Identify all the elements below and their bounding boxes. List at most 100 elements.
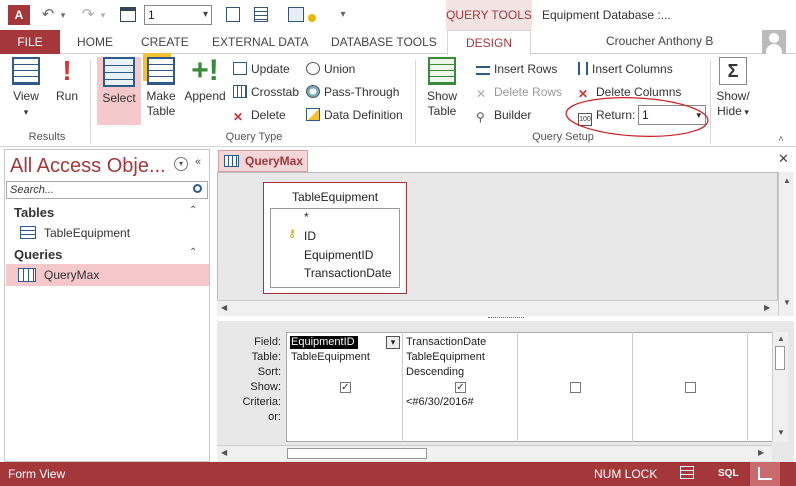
- select-label: Select: [102, 91, 136, 105]
- property-sheet-icon[interactable]: [226, 7, 240, 22]
- make-table-button[interactable]: Make Table: [143, 57, 179, 119]
- nav-menu-chevron-icon[interactable]: ▾: [174, 157, 188, 171]
- scroll-down-icon[interactable]: ▼: [783, 298, 791, 307]
- table-pane-vertical-scrollbar[interactable]: ▲ ▼: [778, 172, 794, 316]
- scroll-left-icon[interactable]: ◀: [221, 448, 227, 457]
- scroll-right-icon[interactable]: ▶: [758, 448, 764, 457]
- run-button[interactable]: ! Run: [52, 57, 82, 104]
- delete-rows-button[interactable]: ✕ Delete Rows: [476, 84, 562, 101]
- user-avatar[interactable]: [762, 30, 786, 54]
- collapse-queries-icon[interactable]: ⌃: [189, 247, 197, 258]
- update-button[interactable]: Update: [233, 61, 290, 77]
- query-icon: [18, 268, 36, 282]
- collapse-tables-icon[interactable]: ⌃: [189, 205, 197, 216]
- view-button[interactable]: View ▾: [8, 57, 44, 120]
- update-label: Update: [251, 62, 290, 76]
- nav-group-queries[interactable]: Queries: [14, 247, 62, 262]
- union-button[interactable]: Union: [306, 61, 355, 77]
- tab-home[interactable]: HOME: [77, 30, 113, 54]
- row-label-or: or:: [268, 411, 281, 423]
- scroll-right-icon[interactable]: ▶: [764, 303, 770, 312]
- field-all[interactable]: *: [304, 210, 309, 224]
- grid-table-col1[interactable]: TableEquipment: [291, 351, 370, 363]
- select-button[interactable]: Select: [97, 57, 141, 106]
- insert-rows-button[interactable]: Insert Rows: [476, 61, 557, 77]
- close-document-icon[interactable]: ✕: [778, 151, 789, 167]
- nav-search-input[interactable]: Search...: [6, 181, 208, 199]
- data-definition-button[interactable]: Data Definition: [306, 107, 403, 123]
- tab-external-data[interactable]: EXTERNAL DATA: [212, 30, 308, 54]
- show-checkbox-col4[interactable]: [685, 382, 696, 393]
- show-table-button[interactable]: Show Table: [422, 57, 462, 119]
- tab-database-tools[interactable]: DATABASE TOOLS: [331, 30, 437, 54]
- field-id[interactable]: ID: [304, 229, 316, 243]
- undo-dropdown-icon[interactable]: ▾: [58, 5, 68, 25]
- grid-criteria-col2[interactable]: <#6/30/2016#: [406, 396, 474, 408]
- search-icon[interactable]: [193, 184, 202, 193]
- show-checkbox-col1[interactable]: ✓: [340, 382, 351, 393]
- nav-item-querymax[interactable]: QueryMax: [6, 264, 209, 286]
- tab-create[interactable]: CREATE: [141, 30, 189, 54]
- customize-qat-icon[interactable]: ▾: [338, 5, 348, 25]
- pass-through-button[interactable]: Pass-Through: [306, 84, 399, 100]
- grid-horizontal-scrollbar[interactable]: ◀ ▶: [217, 445, 772, 461]
- show-checkbox-col2[interactable]: ✓: [455, 382, 466, 393]
- nav-item-tableequipment[interactable]: TableEquipment: [6, 222, 209, 244]
- scroll-up-icon[interactable]: ▲: [777, 334, 785, 343]
- show-hide-button[interactable]: Σ Show/ Hide ▾: [714, 57, 752, 120]
- datasheet-icon[interactable]: [120, 7, 136, 22]
- table-pane-horizontal-scrollbar[interactable]: ◀ ▶: [217, 300, 778, 316]
- scroll-up-icon[interactable]: ▲: [783, 176, 791, 185]
- delete-button[interactable]: ✕ Delete: [233, 107, 286, 124]
- shutter-bar-icon[interactable]: «: [195, 156, 201, 168]
- grid-table-col2[interactable]: TableEquipment: [406, 351, 485, 363]
- collapse-ribbon-icon[interactable]: ˄: [778, 134, 784, 145]
- append-icon: +!: [191, 54, 219, 87]
- design-view-button[interactable]: [750, 462, 780, 486]
- datasheet-view-icon[interactable]: [680, 466, 694, 479]
- delete-icon: ✕: [233, 110, 244, 124]
- document-tab-querymax[interactable]: QueryMax: [218, 150, 308, 172]
- access-app-icon[interactable]: A: [8, 5, 30, 25]
- grid-sort-col2[interactable]: Descending: [406, 366, 464, 378]
- show-table-icon: [428, 57, 456, 85]
- user-name[interactable]: Croucher Anthony B: [606, 34, 713, 48]
- union-icon: [306, 62, 320, 75]
- append-button[interactable]: +! Append: [183, 54, 227, 104]
- parameters-icon[interactable]: [288, 7, 304, 22]
- nav-group-tables[interactable]: Tables: [14, 205, 54, 220]
- field-dropdown-chevron-icon[interactable]: ▾: [386, 336, 400, 349]
- redo-icon[interactable]: ↷: [80, 5, 96, 25]
- sql-view-button[interactable]: SQL: [718, 468, 739, 479]
- field-equipmentid[interactable]: EquipmentID: [304, 248, 373, 262]
- scroll-left-icon[interactable]: ◀: [221, 303, 227, 312]
- run-icon: !: [62, 55, 72, 86]
- tab-file[interactable]: FILE: [0, 30, 60, 54]
- table-names-icon[interactable]: [254, 7, 268, 22]
- nav-pane-title[interactable]: All Access Obje...: [10, 155, 166, 178]
- grid-field-transactiondate[interactable]: TransactionDate: [406, 336, 486, 348]
- separator: [710, 60, 711, 144]
- scroll-down-icon[interactable]: ▼: [777, 428, 785, 437]
- tab-design[interactable]: DESIGN: [447, 30, 531, 55]
- table-box-title: TableEquipment: [291, 190, 379, 204]
- show-checkbox-col3[interactable]: [570, 382, 581, 393]
- insert-columns-button[interactable]: Insert Columns: [578, 61, 673, 77]
- grid-vertical-scrollbar[interactable]: ▲ ▼: [772, 332, 788, 442]
- table-field-list-box[interactable]: TableEquipment * ⚷ ID EquipmentID Transa…: [263, 182, 407, 294]
- grid-field-equipmentid[interactable]: EquipmentID: [291, 336, 355, 348]
- builder-button[interactable]: ⚲ Builder: [476, 107, 531, 124]
- scroll-thumb[interactable]: [775, 346, 785, 370]
- return-select-qat[interactable]: 1: [144, 5, 212, 25]
- delete-rows-icon: ✕: [476, 87, 487, 101]
- append-label: Append: [184, 89, 226, 103]
- redo-dropdown-icon[interactable]: ▾: [98, 5, 108, 25]
- scroll-thumb[interactable]: [287, 448, 427, 459]
- totals-icon[interactable]: [308, 14, 316, 22]
- field-transactiondate[interactable]: TransactionDate: [304, 266, 392, 280]
- show-hide-label-2: Hide: [717, 104, 742, 118]
- crosstab-button[interactable]: Crosstab: [233, 84, 299, 100]
- splitter-grip-icon[interactable]: [488, 317, 524, 320]
- undo-icon[interactable]: ↶: [40, 5, 56, 25]
- table-icon: [20, 226, 36, 239]
